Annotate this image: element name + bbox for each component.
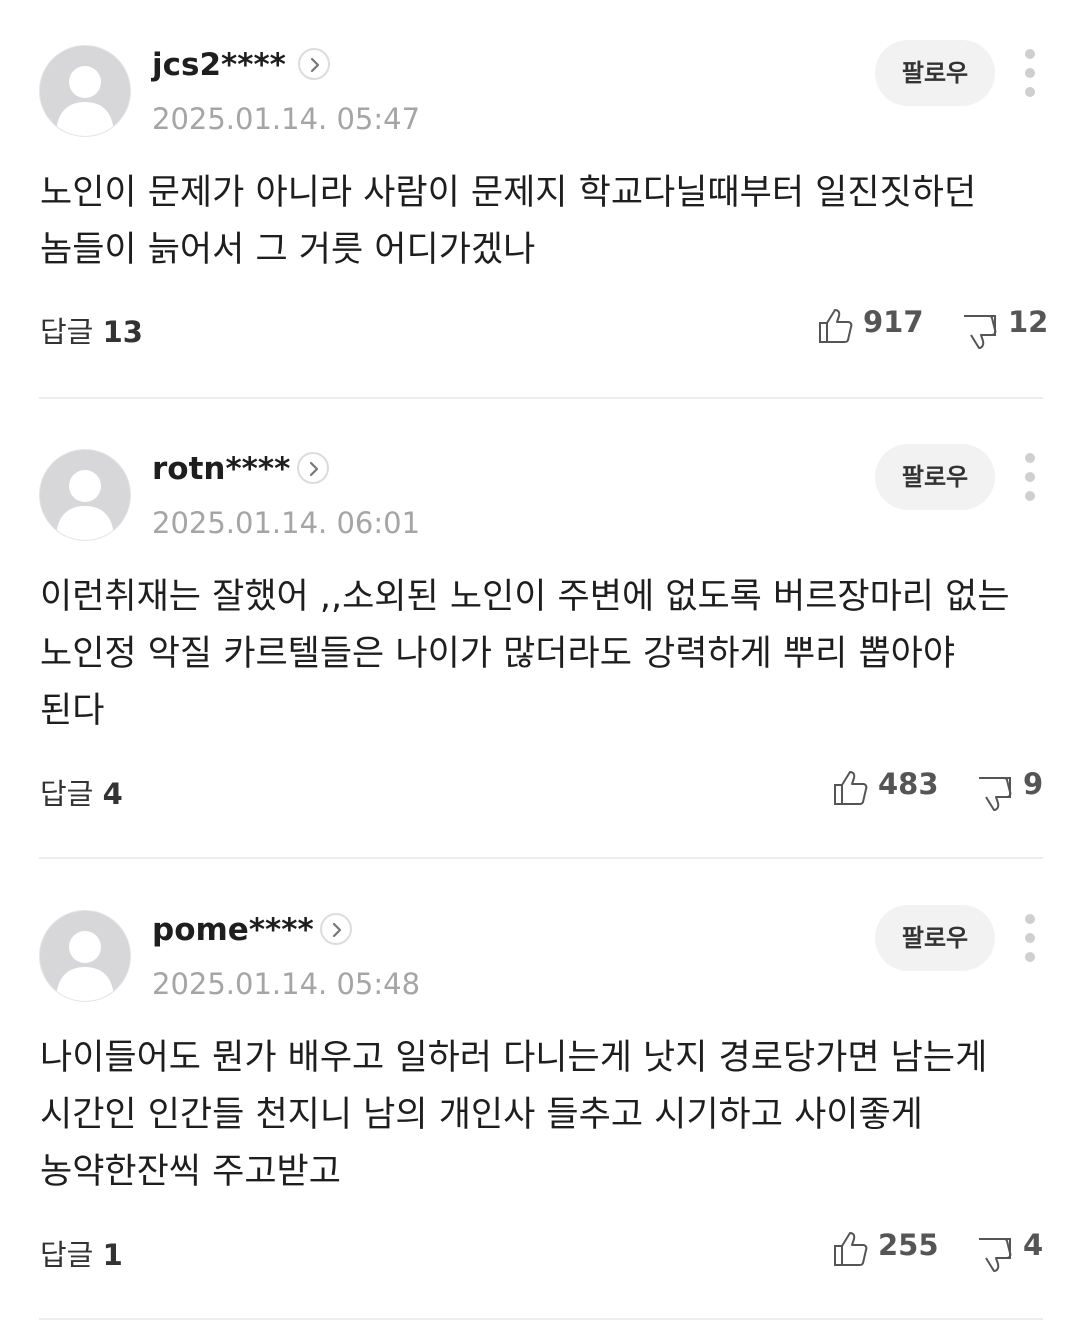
- reply-label: 답글: [40, 777, 103, 811]
- more-options-icon[interactable]: [1018, 49, 1042, 97]
- reply-button[interactable]: 답글 13: [40, 309, 143, 351]
- reply-button[interactable]: 답글 4: [40, 771, 123, 813]
- comment-text: 노인이 문제가 아니라 사람이 문제지 학교다닐때부터 일진짓하던 놈들이 늙어…: [40, 173, 977, 270]
- default-profile-icon: [56, 931, 114, 1001]
- divider: [39, 397, 1043, 399]
- thumbs-down-icon: [979, 777, 1012, 811]
- thumbs-up-icon: [834, 771, 868, 805]
- comment-timestamp: 2025.01.14. 06:01: [152, 506, 421, 540]
- user-profile-chevron-icon[interactable]: [320, 913, 352, 945]
- username[interactable]: rotn****: [152, 451, 290, 487]
- dislike-count: 9: [1023, 767, 1044, 801]
- divider: [39, 1318, 1043, 1320]
- comment-text: 나이들어도 뭔가 배우고 일하러 다니는게 낫지 경로당가면 남는게 시간인 인…: [40, 1038, 988, 1192]
- comment-timestamp: 2025.01.14. 05:47: [152, 102, 421, 136]
- thumbs-down-icon: [979, 1238, 1012, 1272]
- avatar[interactable]: [39, 449, 131, 541]
- comment-text: 이런취재는 잘했어 ,,소외된 노인이 주변에 없도록 버르장마리 없는 노인정…: [40, 577, 1010, 731]
- reply-button[interactable]: 답글 1: [40, 1232, 123, 1274]
- dislike-count: 4: [1023, 1228, 1044, 1262]
- comment-timestamp: 2025.01.14. 05:48: [152, 967, 421, 1001]
- default-profile-icon: [56, 470, 114, 540]
- thumbs-up-icon: [834, 1232, 868, 1266]
- avatar[interactable]: [39, 45, 131, 137]
- thumbs-up-icon: [819, 309, 853, 343]
- avatar[interactable]: [39, 910, 131, 1002]
- reply-count: 4: [102, 777, 123, 811]
- username[interactable]: pome****: [152, 912, 314, 948]
- more-options-icon[interactable]: [1018, 453, 1042, 501]
- username[interactable]: jcs2****: [152, 47, 286, 83]
- follow-button[interactable]: 팔로우: [875, 444, 995, 510]
- thumbs-down-icon: [964, 315, 997, 349]
- reply-count: 1: [102, 1238, 123, 1272]
- follow-button[interactable]: 팔로우: [875, 40, 995, 106]
- reply-label: 답글: [40, 315, 103, 349]
- user-profile-chevron-icon[interactable]: [298, 48, 330, 80]
- more-options-icon[interactable]: [1018, 914, 1042, 962]
- default-profile-icon: [56, 66, 114, 136]
- dislike-count: 12: [1008, 305, 1049, 339]
- like-count: 917: [863, 305, 924, 339]
- divider: [39, 857, 1043, 859]
- reply-label: 답글: [40, 1238, 103, 1272]
- user-profile-chevron-icon[interactable]: [297, 452, 329, 484]
- like-count: 483: [878, 767, 939, 801]
- follow-button[interactable]: 팔로우: [875, 905, 995, 971]
- like-count: 255: [878, 1228, 939, 1262]
- reply-count: 13: [102, 315, 143, 349]
